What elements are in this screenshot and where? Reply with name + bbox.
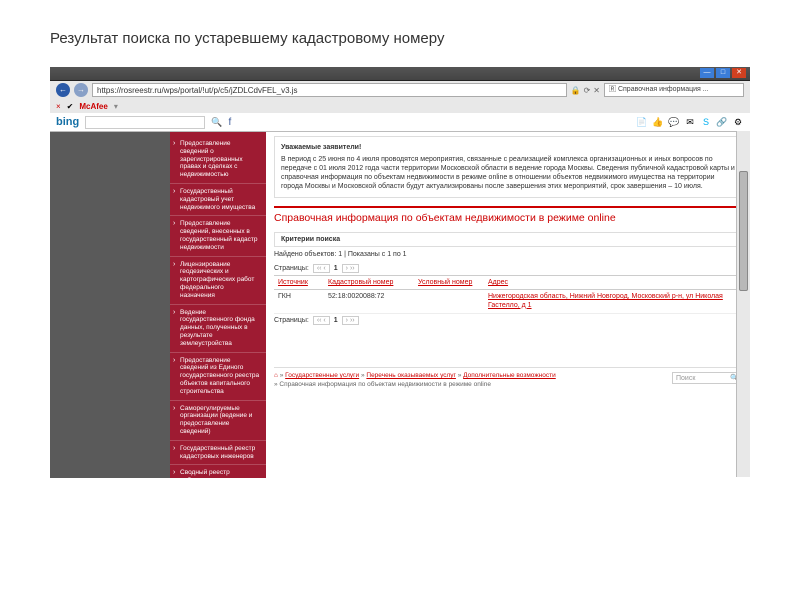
window-minimize-button[interactable]: — xyxy=(700,68,714,78)
sidebar-item[interactable]: Саморегулируемые организации (ведение и … xyxy=(170,401,266,441)
toolbar-dropdown-icon[interactable]: ▾ xyxy=(114,102,118,111)
forward-button[interactable]: → xyxy=(74,83,88,97)
pager-label: Страницы: xyxy=(274,317,309,324)
slide-caption: Результат поиска по устаревшему кадастро… xyxy=(0,0,800,67)
results-count: Найдено объектов: 1 | Показаны с 1 по 1 xyxy=(274,247,742,262)
crumb-link[interactable]: Дополнительные возможности xyxy=(463,372,556,379)
favicon-icon: 🅁 xyxy=(609,86,616,93)
pager-next-button[interactable]: › ›› xyxy=(342,264,359,273)
url-action-icons: 🔒 ⟳ ✕ xyxy=(571,86,600,95)
cell-cadastral: 52:18:0020088:72 xyxy=(324,293,414,310)
page-body: Предоставление сведений о зарегистрирова… xyxy=(50,132,750,478)
content-frame: Предоставление сведений о зарегистрирова… xyxy=(170,132,750,478)
crumb-link[interactable]: Государственные услуги xyxy=(285,372,359,379)
stop-icon[interactable]: ✕ xyxy=(593,86,600,95)
cell-conditional xyxy=(414,293,484,310)
gear-icon[interactable]: ⚙ xyxy=(732,116,744,128)
scrollbar[interactable] xyxy=(736,131,750,477)
page-title: Справочная информация по объектам недвиж… xyxy=(274,206,742,228)
col-cadastral[interactable]: Кадастровый номер xyxy=(324,279,414,286)
pager-current: 1 xyxy=(334,265,338,272)
col-address[interactable]: Адрес xyxy=(484,279,742,286)
mcafee-toolbar: × ✔ McAfee ▾ xyxy=(50,99,750,113)
home-icon[interactable]: ⌂ xyxy=(274,372,278,379)
tab-bar: — □ ✕ xyxy=(50,67,750,81)
pager-bottom: Страницы: ‹‹ ‹ 1 › ›› xyxy=(274,314,742,327)
footer-search-input[interactable]: Поиск 🔍 xyxy=(672,372,742,384)
window-maximize-button[interactable]: □ xyxy=(716,68,730,78)
bing-logo: bing xyxy=(56,116,79,128)
notice-body: В период с 25 июня по 4 июля проводятся … xyxy=(281,155,735,191)
like-icon[interactable]: 👍 xyxy=(652,116,664,128)
back-button[interactable]: ← xyxy=(56,83,70,97)
pager-next-button[interactable]: › ›› xyxy=(342,316,359,325)
mcafee-shield-icon: ✔ xyxy=(67,102,74,111)
breadcrumb: ⌂ » Государственные услуги » Перечень ок… xyxy=(274,372,556,389)
pager-prev-button[interactable]: ‹‹ ‹ xyxy=(313,316,330,325)
scroll-thumb[interactable] xyxy=(739,171,748,291)
results-table-header: Источник Кадастровый номер Условный номе… xyxy=(274,275,742,290)
main-column: Уважаемые заявители! В период с 25 июня … xyxy=(266,132,750,478)
bing-toolbar: bing 🔍 f 📄 👍 💬 ✉ S 🔗 ⚙ xyxy=(50,113,750,131)
services-sidebar: Предоставление сведений о зарегистрирова… xyxy=(170,132,266,478)
sidebar-item[interactable]: Сводный реестр арбитражных управляющих xyxy=(170,465,266,478)
footer-area: ⌂ » Государственные услуги » Перечень ок… xyxy=(274,367,742,389)
cell-address-link[interactable]: Нижегородская область, Нижний Новгород, … xyxy=(484,293,742,310)
url-input[interactable]: https://rosreestr.ru/wps/portal/!ut/p/c5… xyxy=(92,83,567,97)
browser-screenshot: — □ ✕ ← → https://rosreestr.ru/wps/porta… xyxy=(50,67,750,477)
mcafee-label: McAfee xyxy=(79,102,107,111)
pager-label: Страницы: xyxy=(274,265,309,272)
bing-search-input[interactable] xyxy=(85,116,205,129)
table-row: ГКН 52:18:0020088:72 Нижегородская облас… xyxy=(274,290,742,314)
sidebar-item[interactable]: Лицензирование геодезических и картограф… xyxy=(170,257,266,305)
notice-box: Уважаемые заявители! В период с 25 июня … xyxy=(274,136,742,198)
toolbar-icon-group: 📄 👍 💬 ✉ S 🔗 ⚙ xyxy=(636,116,744,128)
crumb-link[interactable]: Перечень оказываемых услуг xyxy=(366,372,456,379)
sidebar-item[interactable]: Предоставление сведений из Единого госуд… xyxy=(170,353,266,401)
left-gutter xyxy=(50,132,170,478)
sidebar-item[interactable]: Ведение государственного фонда данных, п… xyxy=(170,305,266,353)
search-icon[interactable]: 🔍 xyxy=(211,117,222,128)
chat-icon[interactable]: 💬 xyxy=(668,116,680,128)
pager-current: 1 xyxy=(334,317,338,324)
sidebar-item[interactable]: Государственный кадастровый учет недвижи… xyxy=(170,184,266,216)
pager-prev-button[interactable]: ‹‹ ‹ xyxy=(313,264,330,273)
skype-icon[interactable]: S xyxy=(700,116,712,128)
lock-icon: 🔒 xyxy=(571,86,581,95)
sidebar-item[interactable]: Предоставление сведений о зарегистрирова… xyxy=(170,136,266,184)
mail-icon[interactable]: ✉ xyxy=(684,116,696,128)
cell-source: ГКН xyxy=(274,293,324,310)
refresh-icon[interactable]: ⟳ xyxy=(584,86,591,95)
sidebar-item[interactable]: Государственный реестр кадастровых инжен… xyxy=(170,441,266,466)
criteria-label[interactable]: Критерии поиска xyxy=(274,232,742,247)
address-bar: ← → https://rosreestr.ru/wps/portal/!ut/… xyxy=(50,81,750,99)
toolbar-close-icon[interactable]: × xyxy=(56,102,61,111)
crumb-current: Справочная информация по объектам недвиж… xyxy=(279,381,491,388)
browser-tab[interactable]: 🅁 Справочная информация ... xyxy=(604,83,744,97)
sidebar-item[interactable]: Предоставление сведений, внесенных в гос… xyxy=(170,216,266,256)
footer-search-label: Поиск xyxy=(673,375,695,382)
facebook-icon[interactable]: f xyxy=(228,117,231,128)
col-conditional[interactable]: Условный номер xyxy=(414,279,484,286)
browser-chrome: — □ ✕ ← → https://rosreestr.ru/wps/porta… xyxy=(50,67,750,132)
window-close-button[interactable]: ✕ xyxy=(732,68,746,78)
col-source[interactable]: Источник xyxy=(274,279,324,286)
pager-top: Страницы: ‹‹ ‹ 1 › ›› xyxy=(274,262,742,275)
share-icon[interactable]: 🔗 xyxy=(716,116,728,128)
feed-icon[interactable]: 📄 xyxy=(636,116,648,128)
notice-heading: Уважаемые заявители! xyxy=(281,143,735,152)
